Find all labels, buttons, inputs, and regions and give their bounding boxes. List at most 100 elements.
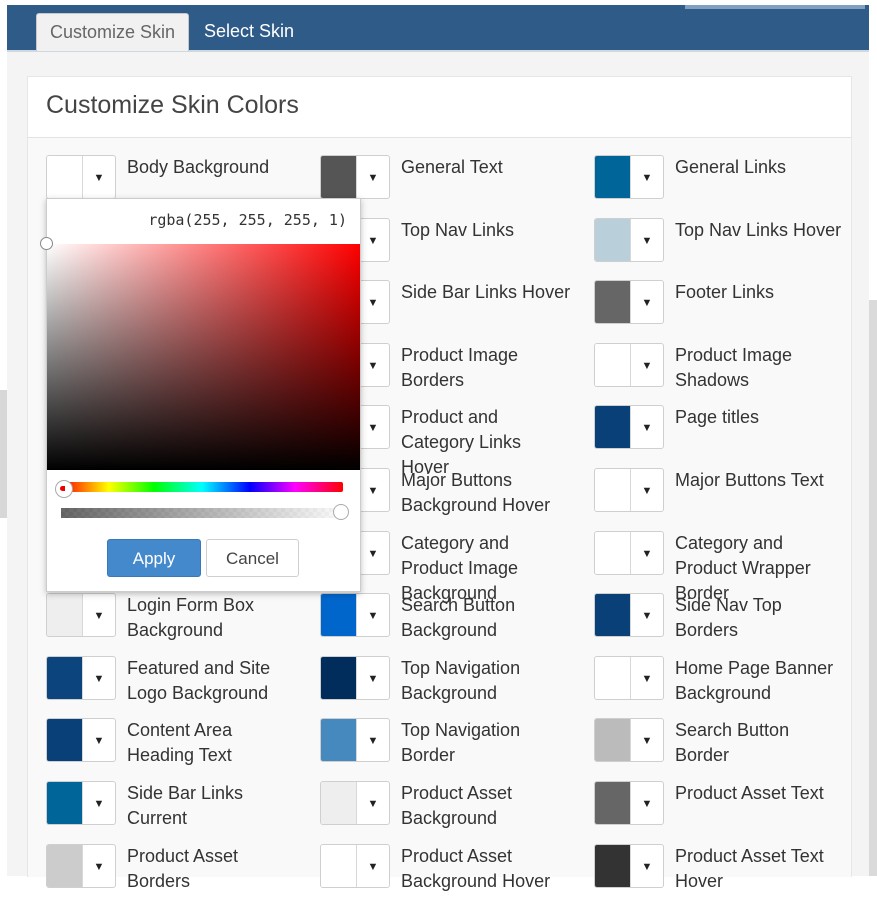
color-swatch-dropdown[interactable]: ▼ bbox=[594, 405, 664, 450]
color-option: ▼ Top Navigation Border bbox=[320, 718, 570, 778]
caret-down-icon: ▼ bbox=[93, 172, 105, 184]
color-option-label: Body Background bbox=[127, 157, 270, 177]
color-option-label: Login Form Box Background bbox=[127, 595, 255, 641]
tab-select-skin[interactable]: Select Skin bbox=[191, 13, 307, 50]
color-option: ▼ Product Asset Background Hover bbox=[320, 843, 570, 904]
saturation-value-area[interactable] bbox=[47, 244, 360, 470]
color-option: ▼ Product Asset Background bbox=[320, 781, 570, 841]
color-preview bbox=[595, 343, 630, 386]
color-option-label: Product Asset Text bbox=[675, 783, 824, 803]
color-option: ▼ Product Asset Borders bbox=[46, 843, 296, 904]
color-option: ▼ Page titles bbox=[594, 405, 844, 465]
color-swatch-dropdown[interactable]: ▼ bbox=[320, 655, 390, 700]
caret-down-icon: ▼ bbox=[367, 234, 379, 247]
scrollbar[interactable] bbox=[869, 300, 877, 876]
color-preview bbox=[595, 594, 630, 637]
color-preview bbox=[595, 844, 630, 887]
color-preview bbox=[595, 531, 630, 574]
color-preview bbox=[321, 656, 356, 699]
color-swatch-dropdown[interactable]: ▼ bbox=[594, 530, 664, 575]
color-swatch-dropdown[interactable]: ▼ bbox=[594, 655, 664, 700]
color-preview bbox=[321, 844, 356, 887]
color-option-label: Search Button Border bbox=[675, 720, 790, 766]
color-swatch-dropdown[interactable]: ▼ bbox=[594, 155, 664, 199]
color-swatch-dropdown[interactable]: ▼ bbox=[594, 342, 664, 387]
color-option-label: Product Image Shadows bbox=[675, 344, 793, 390]
color-option: ▼ Login Form Box Background bbox=[46, 593, 296, 653]
color-preview bbox=[595, 406, 630, 449]
color-option: ▼ Category and Product Wrapper Border bbox=[594, 530, 844, 603]
tab-customize-skin[interactable]: Customize Skin bbox=[36, 13, 190, 51]
color-option-label: Footer Links bbox=[675, 282, 775, 303]
color-option-label: Top Navigation Background bbox=[401, 657, 521, 703]
color-swatch-dropdown[interactable]: ▼ bbox=[46, 593, 116, 638]
color-swatch-dropdown[interactable]: ▼ bbox=[594, 280, 664, 325]
color-swatch-dropdown[interactable]: ▼ bbox=[594, 593, 664, 638]
color-option-label: Top Nav Links Hover bbox=[675, 219, 842, 240]
color-swatch-dropdown[interactable]: ▼ bbox=[46, 718, 116, 763]
color-option: ▼ Product Image Shadows bbox=[594, 342, 844, 403]
color-swatch-dropdown[interactable]: ▼ bbox=[320, 155, 390, 199]
apply-button[interactable]: Apply bbox=[107, 539, 201, 577]
caret-down-icon: ▼ bbox=[641, 422, 653, 435]
color-swatch-dropdown[interactable]: ▼ bbox=[46, 843, 116, 888]
caret-down-icon: ▼ bbox=[367, 172, 379, 184]
caret-down-icon: ▼ bbox=[367, 297, 379, 310]
color-swatch-dropdown[interactable]: ▼ bbox=[320, 718, 390, 763]
caret-down-icon: ▼ bbox=[641, 297, 653, 310]
color-swatch-dropdown[interactable]: ▼ bbox=[594, 781, 664, 825]
color-preview bbox=[47, 656, 82, 699]
color-option: ▼ Search Button Background bbox=[320, 593, 570, 653]
caret-down-icon: ▼ bbox=[641, 547, 653, 560]
panel-title: Customize Skin Colors bbox=[46, 91, 299, 119]
color-preview bbox=[595, 469, 630, 511]
color-option-label: Page titles bbox=[675, 407, 760, 428]
caret-down-icon: ▼ bbox=[93, 860, 105, 873]
color-option-label: Product Image Borders bbox=[401, 344, 519, 390]
panel-header: Customize Skin Colors bbox=[28, 77, 851, 138]
color-option-label: Side Nav Top Borders bbox=[675, 595, 782, 641]
color-preview bbox=[321, 156, 356, 198]
color-swatch-dropdown[interactable]: ▼ bbox=[594, 468, 664, 512]
color-option: ▼ Search Button Border bbox=[594, 718, 844, 778]
caret-down-icon: ▼ bbox=[367, 422, 379, 435]
caret-down-icon: ▼ bbox=[367, 610, 379, 623]
color-preview bbox=[47, 594, 82, 637]
color-option-label: Featured and Site Logo Background bbox=[127, 657, 271, 703]
color-option: ▼ Side Bar Links Current bbox=[46, 781, 296, 841]
alpha-slider[interactable] bbox=[61, 508, 343, 518]
color-preview bbox=[47, 844, 82, 887]
color-preview bbox=[595, 281, 630, 324]
color-option: ▼ Top Nav Links Hover bbox=[594, 217, 844, 278]
topbar-strip bbox=[685, 5, 865, 9]
saturation-handle[interactable] bbox=[40, 237, 53, 250]
color-swatch-dropdown[interactable]: ▼ bbox=[594, 217, 664, 262]
color-preview bbox=[47, 782, 82, 824]
color-swatch-dropdown[interactable]: ▼ bbox=[594, 843, 664, 888]
caret-down-icon: ▼ bbox=[367, 547, 379, 560]
color-swatch-dropdown[interactable]: ▼ bbox=[46, 781, 116, 825]
color-preview bbox=[595, 656, 630, 699]
color-option: ▼ Content Area Heading Text bbox=[46, 718, 296, 778]
color-swatch-dropdown[interactable]: ▼ bbox=[594, 718, 664, 763]
caret-down-icon: ▼ bbox=[641, 610, 653, 623]
color-swatch-dropdown[interactable]: ▼ bbox=[320, 781, 390, 825]
color-preview bbox=[321, 719, 356, 762]
color-option: ▼ Home Page Banner Background bbox=[594, 655, 844, 716]
caret-down-icon: ▼ bbox=[93, 610, 105, 623]
top-tab-bar: Customize Skin Select Skin bbox=[7, 5, 869, 52]
hue-slider[interactable] bbox=[61, 482, 343, 492]
color-swatch-dropdown[interactable]: ▼ bbox=[320, 843, 390, 888]
color-option-label: Major Buttons Text bbox=[675, 470, 824, 490]
hue-handle[interactable] bbox=[55, 480, 73, 498]
caret-down-icon: ▼ bbox=[367, 485, 379, 497]
color-option: ▼ Top Navigation Background bbox=[320, 655, 570, 716]
color-swatch-dropdown[interactable]: ▼ bbox=[320, 593, 390, 638]
caret-down-icon: ▼ bbox=[641, 485, 653, 497]
cancel-button[interactable]: Cancel bbox=[206, 539, 299, 577]
color-swatch-dropdown[interactable]: ▼ bbox=[46, 655, 116, 700]
caret-down-icon: ▼ bbox=[641, 172, 653, 184]
color-option-label: Product Asset Background bbox=[401, 783, 513, 828]
alpha-handle[interactable] bbox=[333, 504, 349, 520]
color-swatch-dropdown[interactable]: ▼ bbox=[46, 155, 116, 199]
